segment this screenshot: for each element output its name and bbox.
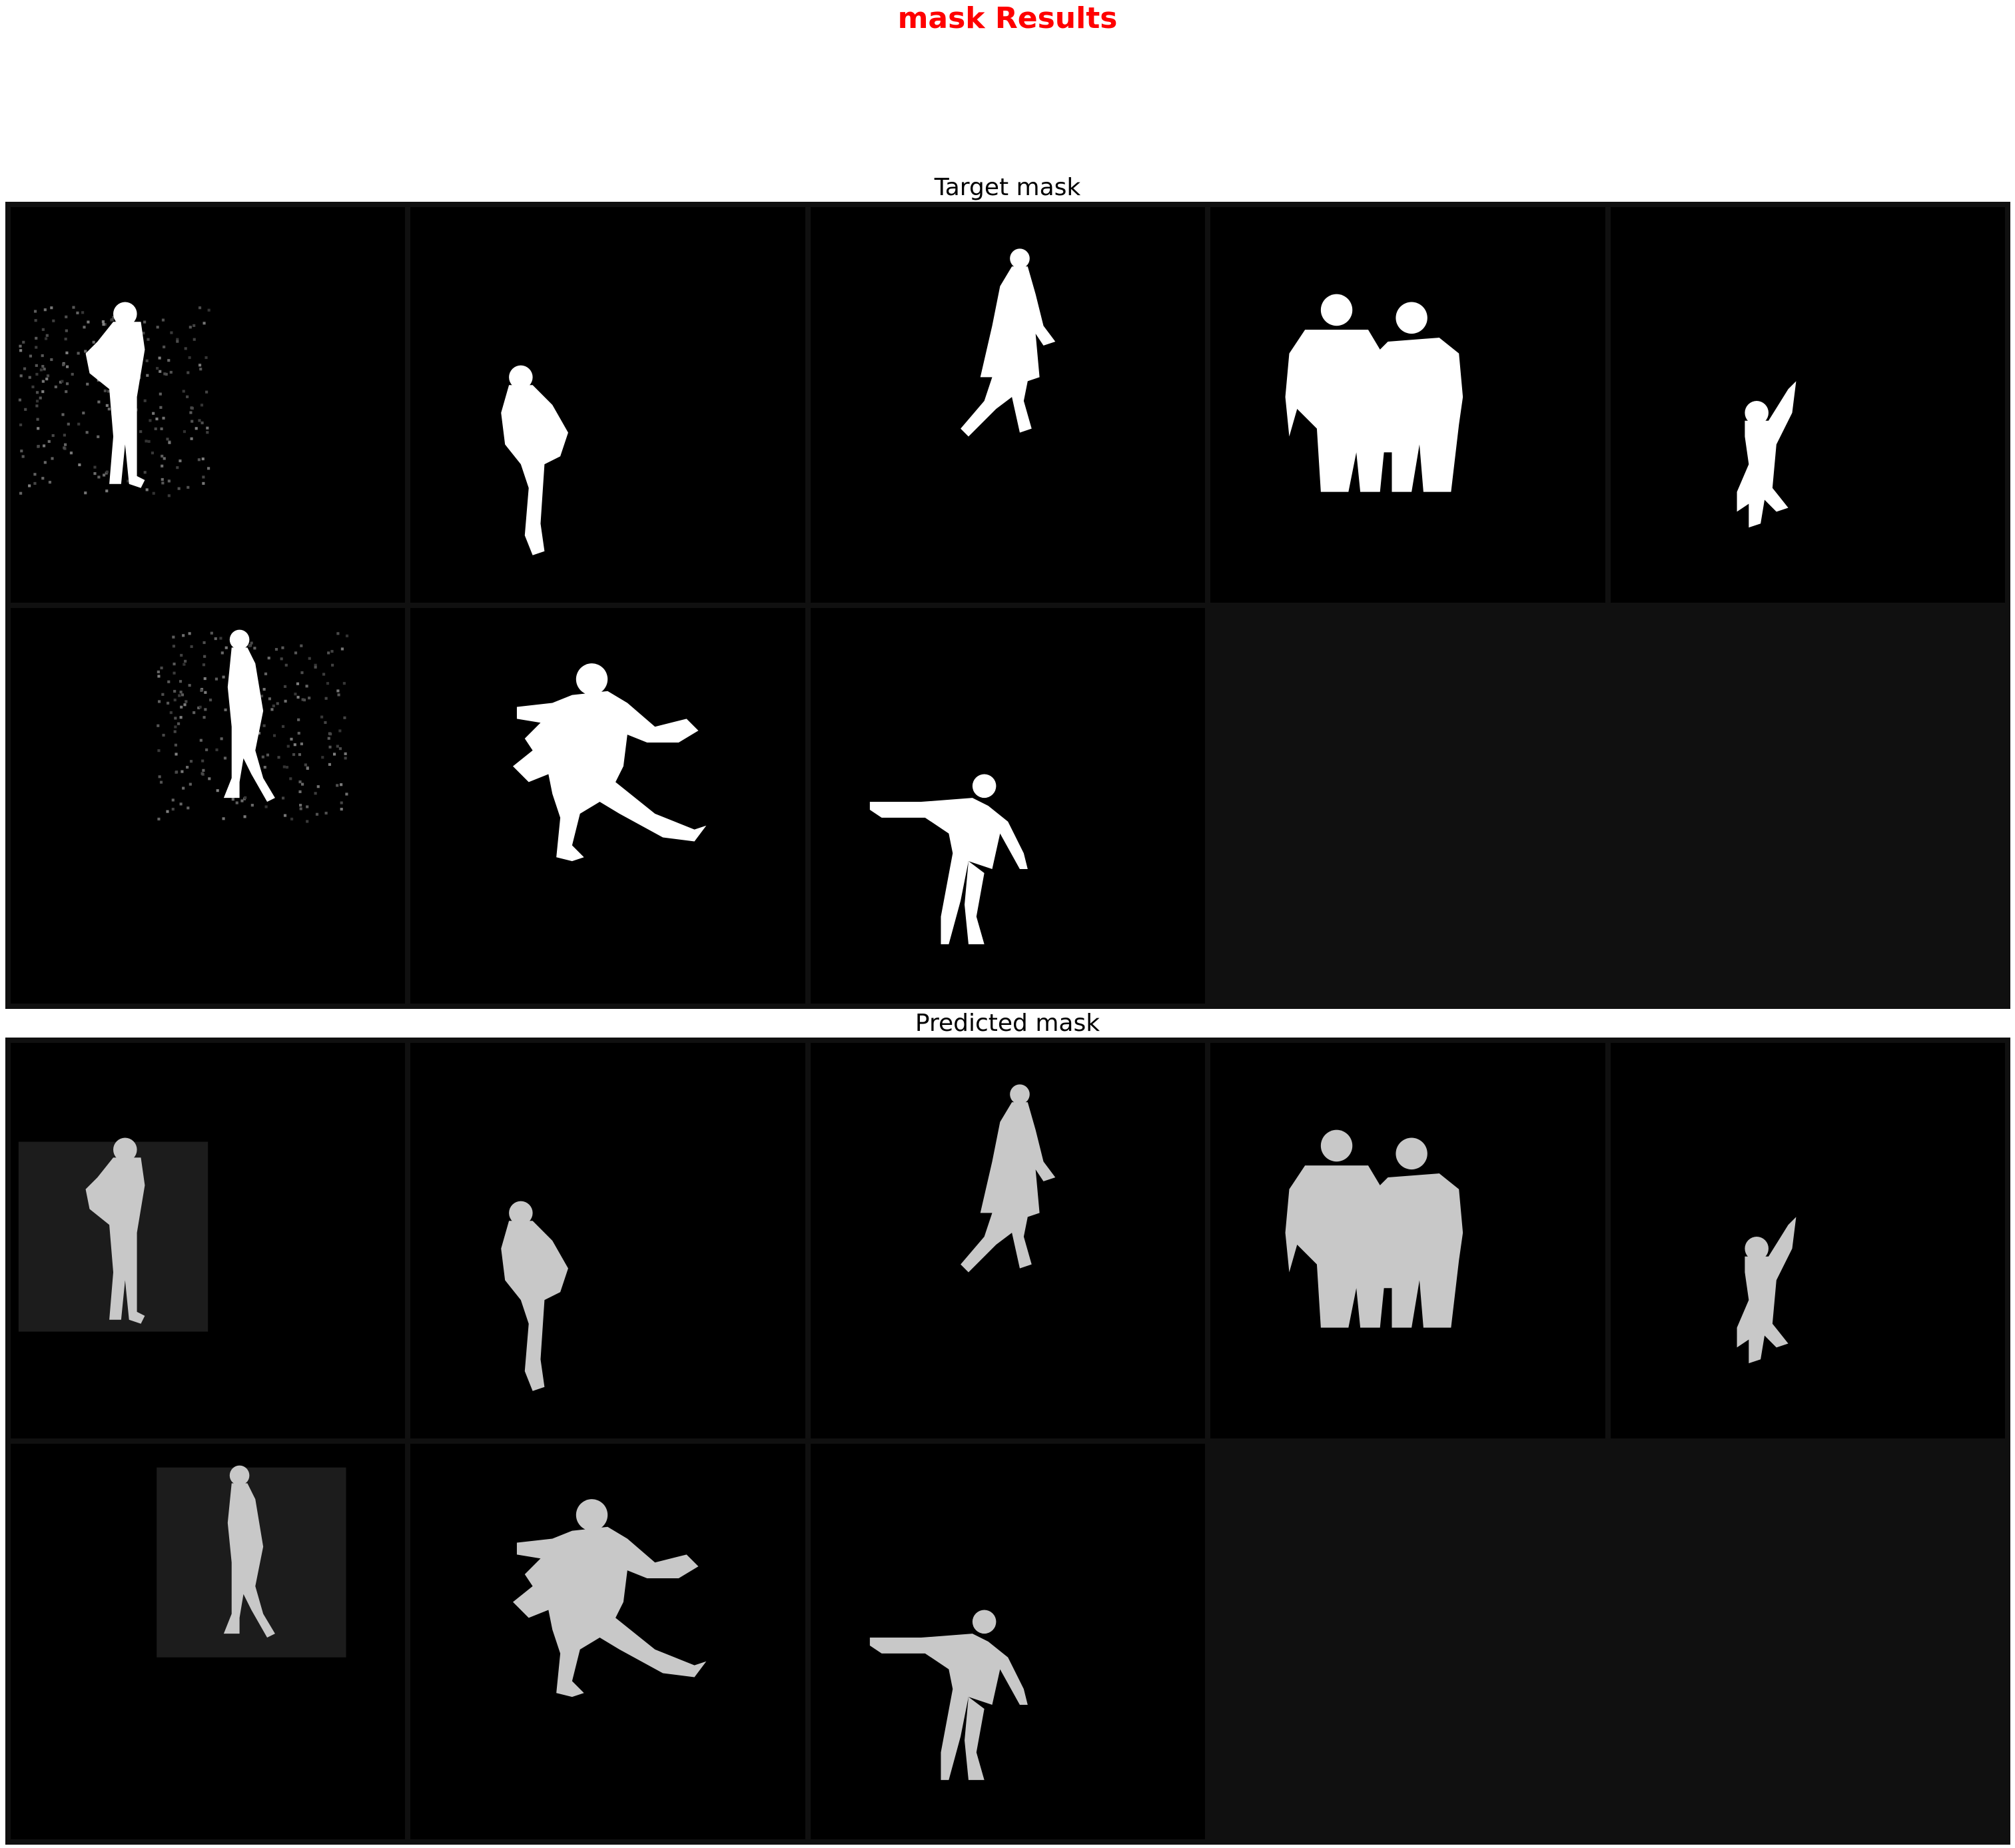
- silhouette: [501, 365, 569, 555]
- mask-image: [18, 1137, 208, 1332]
- empty-tile: [1210, 1444, 1605, 1839]
- silhouette: [1737, 1217, 1797, 1364]
- mask-tile-person-jumping-arm-raised: [1610, 1043, 2005, 1438]
- mask-image: [960, 248, 1056, 437]
- mask-image: [1737, 381, 1797, 528]
- silhouette: [501, 1201, 569, 1391]
- mask-image: [1285, 294, 1463, 492]
- mask-tile-person-standing-side: [410, 207, 805, 603]
- predicted-mask-title: Predicted mask: [915, 1010, 1100, 1037]
- mask-image: [869, 774, 1028, 944]
- target-mask-title: Target mask: [934, 174, 1081, 201]
- empty-tile: [1210, 608, 1605, 1004]
- mask-image: [157, 629, 349, 823]
- silhouette: [1285, 1129, 1463, 1328]
- mask-image: [513, 663, 707, 862]
- silhouette: [960, 1084, 1056, 1273]
- mask-tile-person-arms-outstretched: [810, 1444, 1206, 1839]
- mask-tile-two-people-standing: [1210, 1043, 1605, 1438]
- silhouette: [869, 774, 1028, 944]
- mask-tile-person-jumping-arm-raised: [1610, 207, 2005, 603]
- predicted-mask-grid: [5, 1038, 2010, 1845]
- mask-tile-person-walking-small: [11, 608, 406, 1004]
- mask-tile-person-walking: [810, 1043, 1206, 1438]
- mask-tile-person-standing-side: [410, 1043, 805, 1438]
- mask-tile-person-standing-hand-on-hip: [11, 207, 406, 603]
- figure-title: mask Results: [897, 1, 1118, 35]
- silhouette: [513, 1499, 707, 1697]
- silhouette: [1737, 381, 1797, 528]
- empty-tile: [1610, 608, 2005, 1004]
- mask-image: [513, 1499, 707, 1697]
- silhouette: [1285, 294, 1463, 492]
- mask-image: [1285, 1129, 1463, 1328]
- mask-tile-person-arms-outstretched: [810, 608, 1206, 1004]
- silhouette: [869, 1610, 1028, 1780]
- silhouette: [513, 663, 707, 862]
- target-mask-grid: [5, 202, 2010, 1009]
- mask-image: [960, 1084, 1056, 1273]
- mask-image: [501, 365, 569, 555]
- mask-image: [1737, 1217, 1797, 1364]
- mask-tile-person-dancing-leg-extended: [410, 608, 805, 1004]
- mask-tile-person-walking: [810, 207, 1206, 603]
- mask-image: [501, 1201, 569, 1391]
- mask-image: [18, 302, 210, 497]
- mask-tile-person-standing-hand-on-hip: [11, 1043, 406, 1438]
- silhouette: [85, 302, 145, 488]
- mask-tile-person-walking-small: [11, 1444, 406, 1839]
- mask-image: [157, 1465, 346, 1658]
- empty-tile: [1610, 1444, 2005, 1839]
- mask-image: [869, 1610, 1028, 1780]
- mask-tile-person-dancing-leg-extended: [410, 1444, 805, 1839]
- silhouette: [223, 629, 275, 802]
- mask-tile-two-people-standing: [1210, 207, 1605, 603]
- silhouette: [960, 248, 1056, 437]
